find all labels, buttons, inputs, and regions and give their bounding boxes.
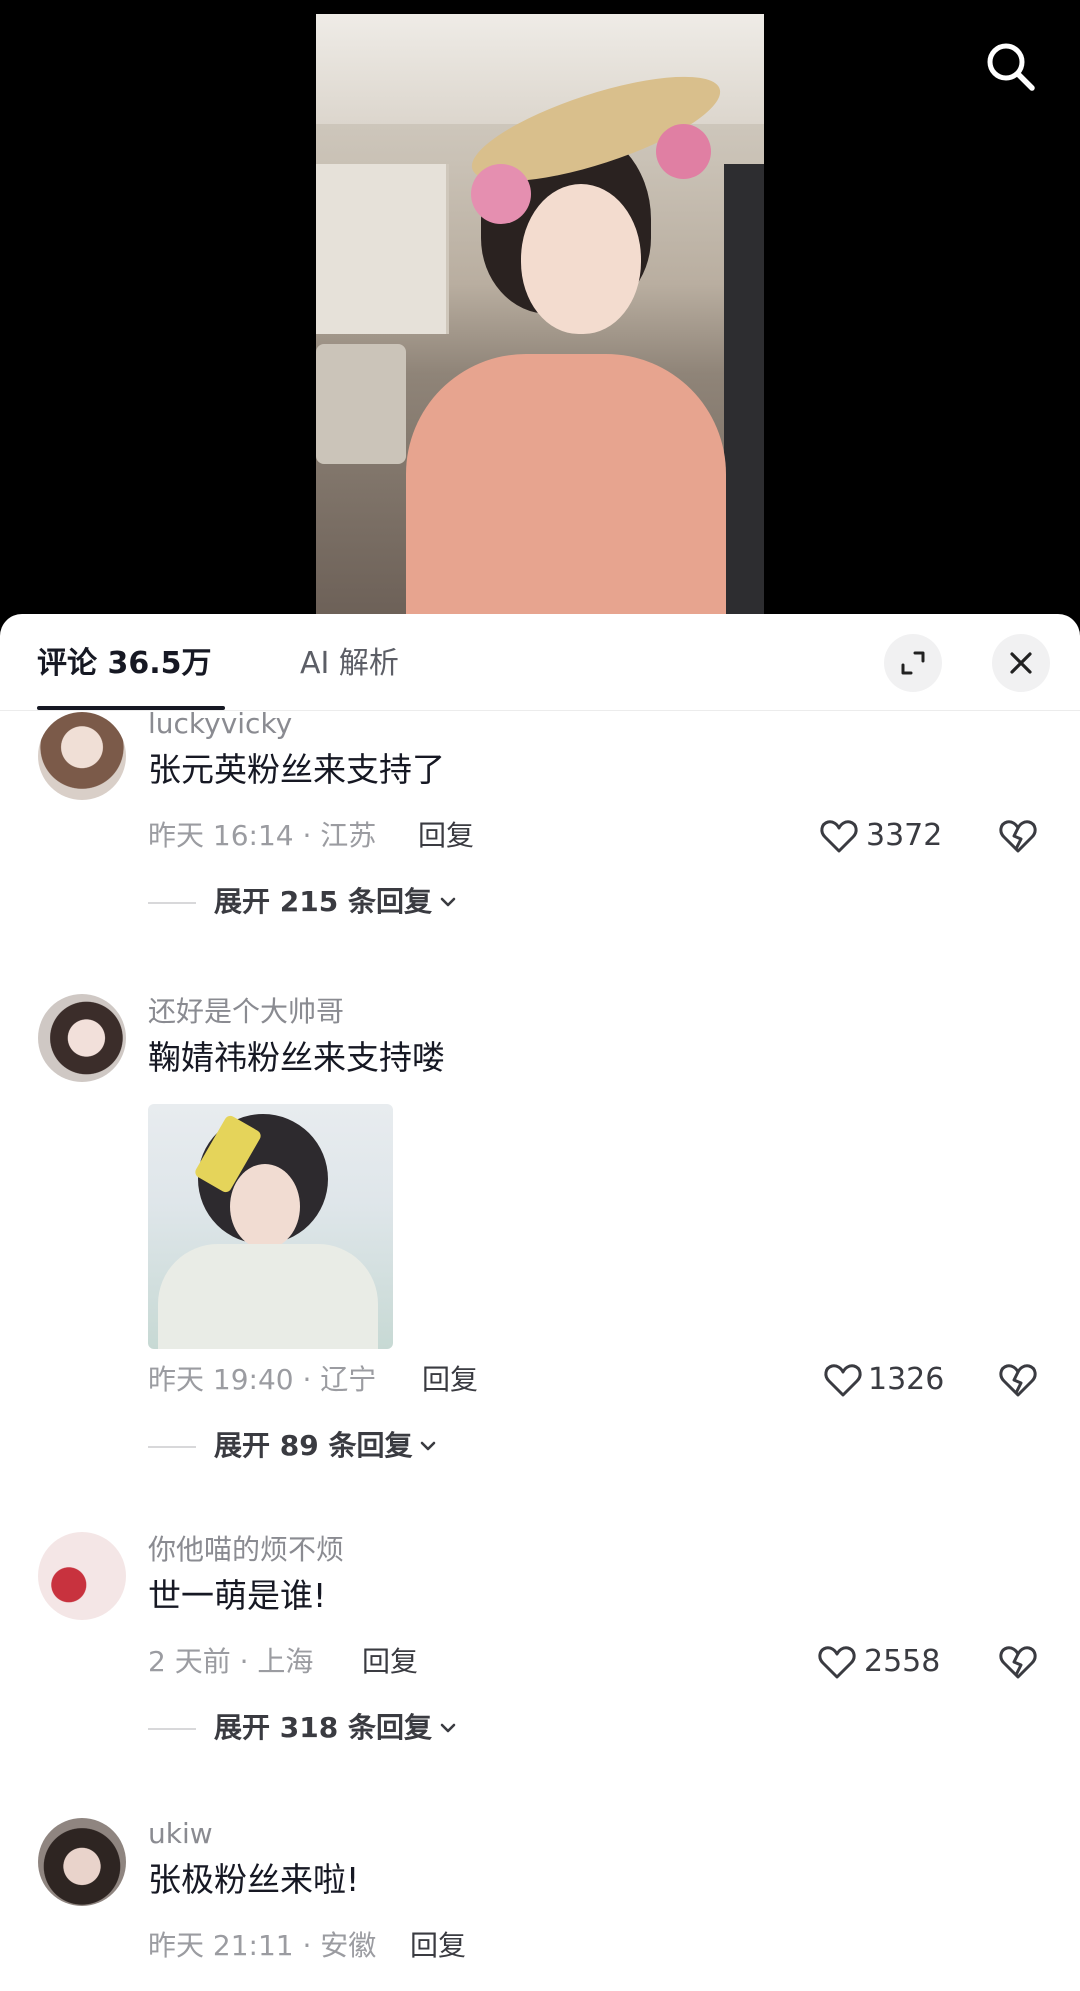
- close-sheet-button[interactable]: [992, 634, 1050, 692]
- comment-image[interactable]: [148, 1104, 393, 1349]
- comment-item: ukiw 张极粉丝来啦! 昨天 21:11 · 安徽 回复: [0, 1816, 1080, 1991]
- video-background-fridge: [724, 164, 764, 614]
- video-person: [386, 54, 731, 614]
- heart-icon[interactable]: [816, 1641, 858, 1683]
- avatar[interactable]: [38, 1818, 126, 1906]
- close-icon: [1010, 652, 1032, 674]
- avatar[interactable]: [38, 712, 126, 800]
- comment-meta: 昨天 19:40 · 辽宁: [148, 1363, 377, 1396]
- comment-item: 你他喵的烦不烦 世一萌是谁! 2 天前 · 上海 回复 2558 展开 318 …: [0, 1532, 1080, 1802]
- comment-item: 还好是个大帅哥 鞠婧祎粉丝来支持喽 昨天 19:40 · 辽宁 回复 1326 …: [0, 994, 1080, 1534]
- video-person-body: [406, 354, 726, 614]
- comment-text: 世一萌是谁!: [148, 1576, 327, 1615]
- reply-button[interactable]: 回复: [422, 1362, 478, 1398]
- reply-button[interactable]: 回复: [418, 818, 474, 854]
- video-flower: [471, 164, 531, 224]
- expand-replies-label: 展开 89 条回复: [214, 1429, 413, 1462]
- comment-meta: 2 天前 · 上海: [148, 1645, 314, 1678]
- chevron-down-icon: [440, 897, 456, 907]
- video-flower: [656, 124, 711, 179]
- avatar[interactable]: [38, 994, 126, 1082]
- expand-replies-label: 展开 318 条回复: [214, 1711, 432, 1744]
- expand-replies-line: [148, 1728, 196, 1730]
- comment-image-body: [158, 1244, 378, 1349]
- comment-item: luckyvicky 张元英粉丝来支持了 昨天 16:14 · 江苏 回复 33…: [0, 707, 1080, 980]
- broken-heart-icon[interactable]: [997, 1359, 1039, 1401]
- comment-sheet: 评论 36.5万 AI 解析 luckyvicky 张元英粉丝来支持了 昨天 1…: [0, 614, 1080, 1991]
- video-player-area[interactable]: [0, 0, 1080, 620]
- comment-image-face: [230, 1164, 300, 1249]
- comment-text: 鞠婧祎粉丝来支持喽: [148, 1038, 445, 1077]
- comment-meta: 昨天 16:14 · 江苏: [148, 819, 377, 852]
- video-person-face: [521, 184, 641, 334]
- comment-sheet-header: 评论 36.5万 AI 解析: [0, 614, 1080, 711]
- like-count: 3372: [866, 818, 943, 853]
- heart-icon[interactable]: [818, 815, 860, 857]
- reply-button[interactable]: 回复: [362, 1644, 418, 1680]
- chevron-down-icon: [440, 1723, 456, 1733]
- comment-username[interactable]: 你他喵的烦不烦: [148, 1532, 344, 1568]
- expand-replies-line: [148, 902, 196, 904]
- tab-ai-analysis[interactable]: AI 解析: [300, 644, 399, 684]
- reply-button[interactable]: 回复: [410, 1928, 466, 1964]
- expand-replies-button[interactable]: 展开 318 条回复: [214, 1710, 458, 1746]
- search-button[interactable]: [980, 36, 1040, 96]
- tab-comments[interactable]: 评论 36.5万: [37, 644, 211, 684]
- video-frame[interactable]: [316, 14, 764, 614]
- expand-replies-line: [148, 1446, 196, 1448]
- expand-replies-button[interactable]: 展开 89 条回复: [214, 1428, 438, 1464]
- chevron-down-icon: [421, 1441, 436, 1451]
- expand-replies-label: 展开 215 条回复: [214, 885, 432, 918]
- comment-username[interactable]: luckyvicky: [148, 706, 292, 742]
- heart-icon[interactable]: [822, 1359, 864, 1401]
- broken-heart-icon[interactable]: [997, 1641, 1039, 1683]
- comment-meta: 昨天 21:11 · 安徽: [148, 1929, 377, 1962]
- like-count: 1326: [868, 1362, 945, 1397]
- expand-replies-button[interactable]: 展开 215 条回复: [214, 884, 458, 920]
- avatar[interactable]: [38, 1532, 126, 1620]
- expand-sheet-button[interactable]: [884, 634, 942, 692]
- search-icon: [987, 43, 1035, 91]
- expand-icon: [901, 651, 925, 675]
- comment-username[interactable]: ukiw: [148, 1816, 213, 1852]
- comment-text: 张元英粉丝来支持了: [148, 750, 445, 789]
- broken-heart-icon[interactable]: [997, 815, 1039, 857]
- comment-text: 张极粉丝来啦!: [148, 1860, 360, 1899]
- comment-username[interactable]: 还好是个大帅哥: [148, 994, 344, 1030]
- like-count: 2558: [864, 1644, 941, 1679]
